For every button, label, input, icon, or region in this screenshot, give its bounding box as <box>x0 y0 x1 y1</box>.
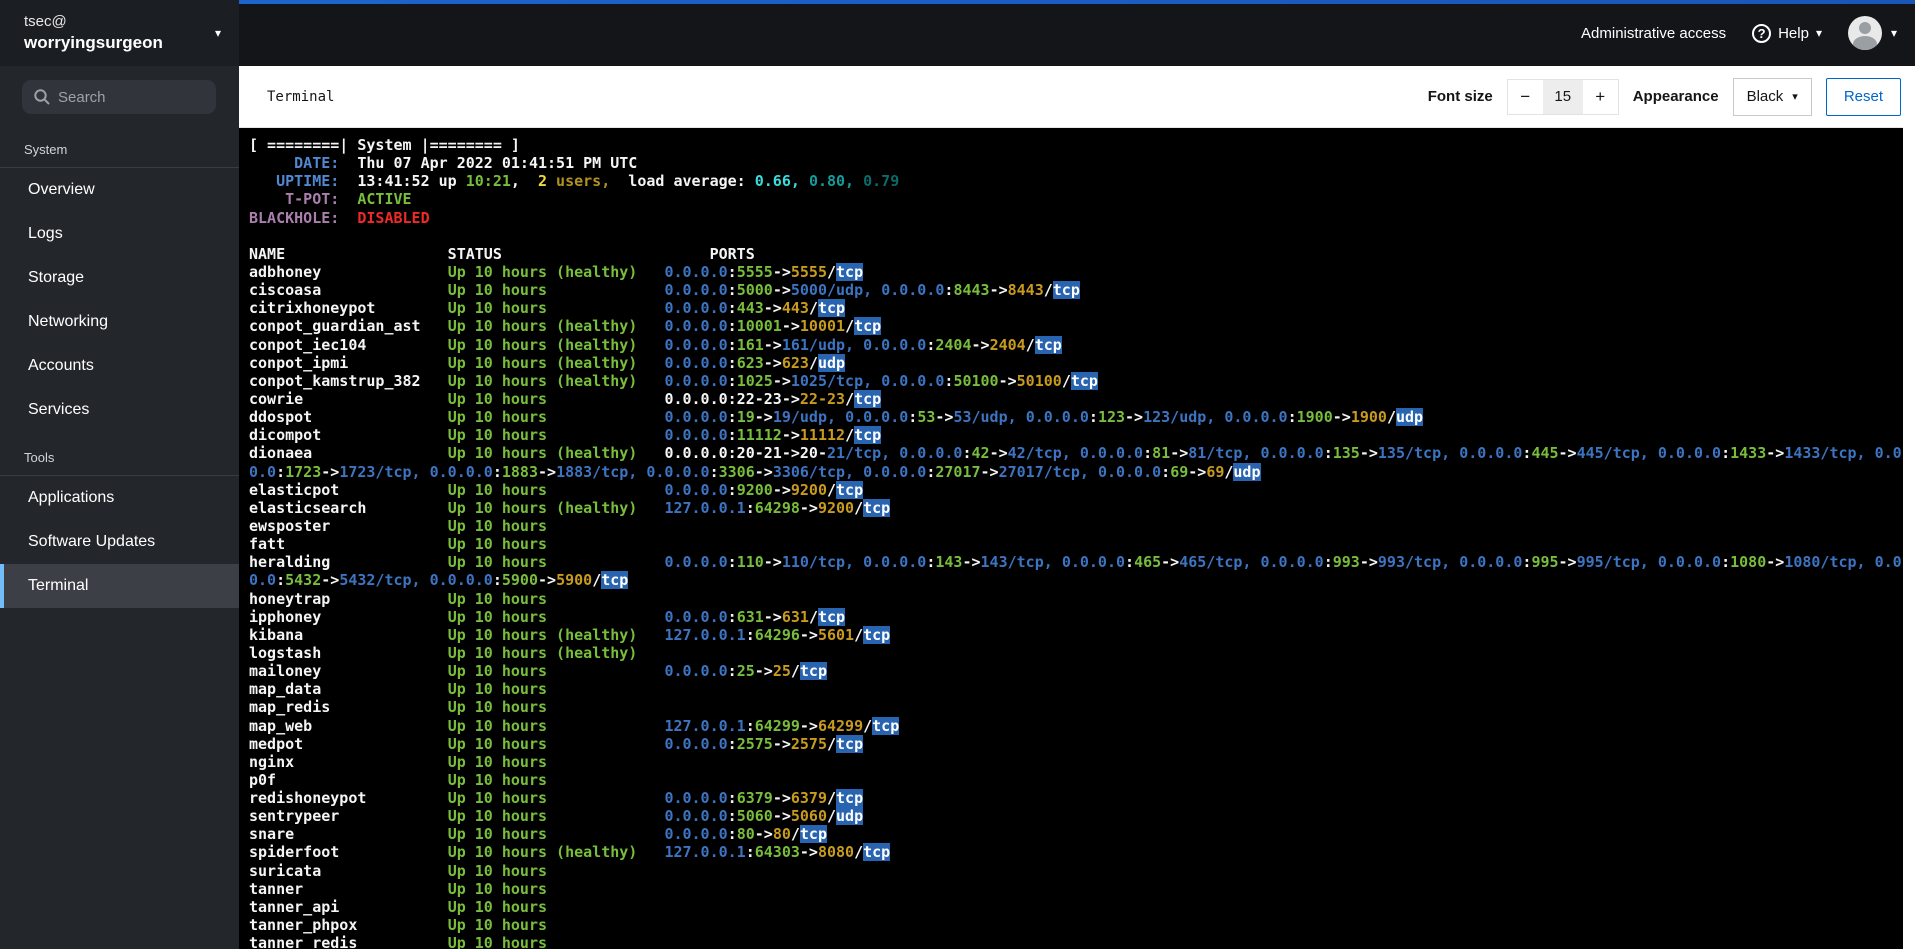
reset-button[interactable]: Reset <box>1825 77 1901 116</box>
terminal-line: elasticpot Up 10 hours 0.0.0.0:9200->920… <box>249 480 864 499</box>
terminal-line: tanner_phpox Up 10 hours <box>249 916 548 935</box>
terminal-line: nginx Up 10 hours <box>249 752 548 771</box>
terminal-line: conpot_guardian_ast Up 10 hours (healthy… <box>249 317 882 336</box>
search-icon <box>33 88 51 111</box>
terminal-line: elasticsearch Up 10 hours (healthy) 127.… <box>249 498 891 517</box>
terminal-toolbar: Terminal Font size − 15 + Appearance Bla… <box>239 66 1915 128</box>
sidebar-item-services[interactable]: Services <box>0 388 239 432</box>
terminal-line: honeytrap Up 10 hours <box>249 589 548 608</box>
terminal-line: adbhoney Up 10 hours (healthy) 0.0.0.0:5… <box>249 262 864 281</box>
chevron-down-icon: ▾ <box>1792 91 1798 103</box>
terminal-line: map_redis Up 10 hours <box>249 698 548 717</box>
terminal-line: map_data Up 10 hours <box>249 680 548 699</box>
search-input[interactable] <box>22 80 216 114</box>
appearance-select[interactable]: Black ▾ <box>1732 77 1812 116</box>
terminal-line: citrixhoneypot Up 10 hours 0.0.0.0:443->… <box>249 299 846 318</box>
font-size-decrease-button[interactable]: − <box>1507 79 1543 114</box>
terminal-line: dionaea Up 10 hours (healthy) 0.0.0.0:20… <box>249 444 1903 463</box>
host-user: tsec@ <box>24 13 67 30</box>
page-title: Terminal <box>267 88 335 105</box>
terminal-line: tanner_api Up 10 hours <box>249 897 548 916</box>
sidebar-item-terminal[interactable]: Terminal <box>0 564 239 608</box>
terminal-controls: Font size − 15 + Appearance Black ▾ Rese… <box>1427 77 1901 116</box>
chevron-down-icon: ▾ <box>214 26 221 40</box>
terminal-line: redishoneypot Up 10 hours 0.0.0.0:6379->… <box>249 789 864 808</box>
terminal-line: mailoney Up 10 hours 0.0.0.0:25->25/tcp <box>249 662 827 681</box>
terminal-line: logstash Up 10 hours (healthy) <box>249 643 638 662</box>
host-label: tsec@ worryingsurgeon <box>24 13 163 53</box>
terminal-line: dicompot Up 10 hours 0.0.0.0:11112->1111… <box>249 426 882 445</box>
terminal-screen[interactable]: [ ========| System |======== ] DATE: Thu… <box>239 128 1903 949</box>
appearance-value: Black <box>1746 88 1784 105</box>
terminal-line: sentrypeer Up 10 hours 0.0.0.0:5060->506… <box>249 807 864 826</box>
session-menu[interactable]: ▾ <box>1847 16 1897 50</box>
appearance-label: Appearance <box>1632 88 1719 105</box>
terminal-line: kibana Up 10 hours (healthy) 127.0.0.1:6… <box>249 625 891 644</box>
terminal-line: NAME STATUS PORTS <box>249 244 755 263</box>
app-window: tsec@ worryingsurgeon ▾ System OverviewLo… <box>0 0 1915 949</box>
terminal-line: UPTIME: 13:41:52 up 10:21, 2 users, load… <box>249 172 900 191</box>
help-label: Help <box>1778 24 1809 42</box>
terminal-line: ipphoney Up 10 hours 0.0.0.0:631->631/tc… <box>249 607 846 626</box>
host-switcher[interactable]: tsec@ worryingsurgeon ▾ <box>0 0 239 66</box>
font-size-label: Font size <box>1427 88 1493 105</box>
chevron-down-icon: ▾ <box>1890 26 1897 40</box>
terminal-line: 0.0:5432->5432/tcp, 0.0.0.0:5900->5900/t… <box>249 571 629 590</box>
terminal-line: T-POT: ACTIVE <box>249 190 412 209</box>
terminal-line: cowrie Up 10 hours 0.0.0.0:22-23->22-23/… <box>249 389 882 408</box>
sidebar-search <box>22 80 227 114</box>
terminal-line: map_web Up 10 hours 127.0.0.1:64299->642… <box>249 716 900 735</box>
sidebar-item-applications[interactable]: Applications <box>0 476 239 520</box>
help-icon: ? <box>1752 23 1772 43</box>
scrollbar-track[interactable] <box>1903 66 1915 949</box>
terminal-line: snare Up 10 hours 0.0.0.0:80->80/tcp <box>249 825 827 844</box>
sidebar-item-software-updates[interactable]: Software Updates <box>0 520 239 564</box>
help-menu[interactable]: ? Help ▾ <box>1752 23 1822 43</box>
terminal-line: conpot_iec104 Up 10 hours (healthy) 0.0.… <box>249 335 1062 354</box>
terminal-line: suricata Up 10 hours <box>249 861 548 880</box>
section-title: System <box>24 142 68 157</box>
terminal-line: spiderfoot Up 10 hours (healthy) 127.0.0… <box>249 843 891 862</box>
terminal-line: p0f Up 10 hours <box>249 770 548 789</box>
terminal-line: ciscoasa Up 10 hours 0.0.0.0:5000->5000/… <box>249 281 1080 300</box>
font-size-increase-button[interactable]: + <box>1582 79 1618 114</box>
terminal-line: DATE: Thu 07 Apr 2022 01:41:51 PM UTC <box>249 154 638 173</box>
sidebar-item-storage[interactable]: Storage <box>0 256 239 300</box>
terminal-line: tanner Up 10 hours <box>249 879 548 898</box>
terminal-line: BLACKHOLE: DISABLED <box>249 208 430 227</box>
terminal-line: ewsposter Up 10 hours <box>249 516 548 535</box>
terminal-line: fatt Up 10 hours <box>249 535 548 554</box>
section-title: Tools <box>24 450 55 465</box>
terminal-line: ddospot Up 10 hours 0.0.0.0:19->19/udp, … <box>249 408 1424 427</box>
sidebar-item-overview[interactable]: Overview <box>0 168 239 212</box>
chevron-down-icon: ▾ <box>1815 26 1822 40</box>
sidebar-item-logs[interactable]: Logs <box>0 212 239 256</box>
terminal-line: conpot_kamstrup_382 Up 10 hours (healthy… <box>249 371 1098 390</box>
terminal-line: medpot Up 10 hours 0.0.0.0:2575->2575/tc… <box>249 734 864 753</box>
sidebar-item-accounts[interactable]: Accounts <box>0 344 239 388</box>
terminal-line: [ ========| System |======== ] <box>249 136 520 154</box>
sidebar: tsec@ worryingsurgeon ▾ System OverviewLo… <box>0 0 239 949</box>
terminal-line: tanner_redis Up 10 hours <box>249 934 548 949</box>
font-size-value[interactable]: 15 <box>1542 79 1583 114</box>
sidebar-item-networking[interactable]: Networking <box>0 300 239 344</box>
terminal-line: conpot_ipmi Up 10 hours (healthy) 0.0.0.… <box>249 353 846 372</box>
administrative-access-button[interactable]: Administrative access <box>1581 25 1726 42</box>
terminal-line: 0.0:1723->1723/tcp, 0.0.0.0:1883->1883/t… <box>249 462 1261 481</box>
font-size-stepper: − 15 + <box>1506 78 1619 115</box>
terminal-line: heralding Up 10 hours 0.0.0.0:110->110/t… <box>249 553 1903 572</box>
avatar <box>1847 16 1882 50</box>
sidebar-nav: System Overview Logs Storage Networking Accou… <box>0 124 239 608</box>
host-name: worryingsurgeon <box>24 32 163 52</box>
masthead: Administrative access ? Help ▾ ▾ <box>239 0 1915 66</box>
